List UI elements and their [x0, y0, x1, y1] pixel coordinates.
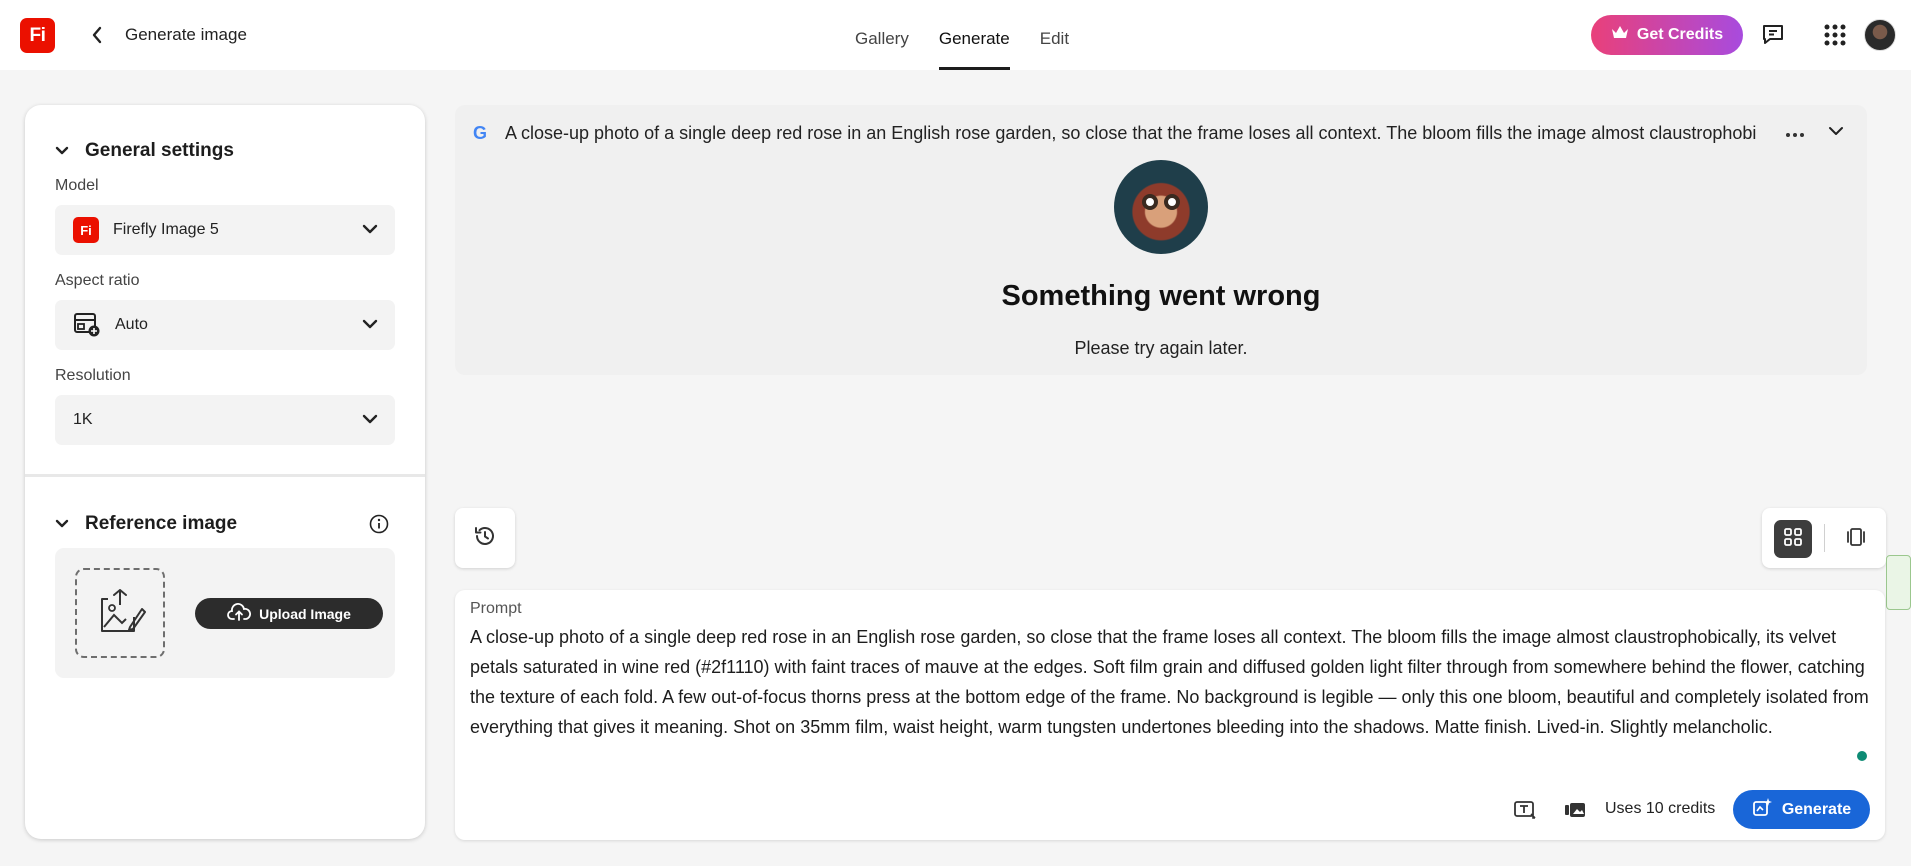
status-indicator: [1857, 751, 1867, 761]
general-settings-title: General settings: [85, 140, 234, 161]
upload-image-icon: [94, 587, 146, 640]
grid-view-icon: [1783, 527, 1803, 552]
upload-image-button[interactable]: Upload Image: [195, 598, 383, 629]
view-divider: [1824, 524, 1825, 552]
history-button[interactable]: [455, 508, 515, 568]
error-illustration: [1114, 160, 1208, 254]
aspect-ratio-icon: [73, 312, 101, 338]
generate-button[interactable]: Generate: [1733, 790, 1870, 829]
chevron-down-icon: [361, 220, 379, 243]
single-view-button[interactable]: [1837, 520, 1875, 558]
reference-image-title: Reference image: [85, 513, 238, 534]
cloud-upload-icon: [227, 603, 252, 624]
section-divider: [25, 474, 425, 477]
browser-extension-widget[interactable]: [1886, 555, 1911, 610]
prompt-card: Prompt A close-up photo of a single deep…: [455, 590, 1885, 840]
firefly-logo[interactable]: Fi: [20, 18, 55, 53]
model-label: Model: [55, 177, 99, 194]
error-message: Please try again later.: [1074, 338, 1248, 358]
credits-cost-text: Uses 10 credits: [1605, 800, 1716, 817]
tab-edit[interactable]: Edit: [1025, 0, 1084, 70]
tab-generate[interactable]: Generate: [924, 0, 1025, 70]
chevron-down-icon[interactable]: [1827, 122, 1845, 145]
prompt-label: Prompt: [470, 600, 522, 617]
firefly-model-icon: Fi: [73, 217, 99, 243]
reference-image-dropzone: Upload Image: [55, 548, 395, 678]
chevron-down-icon: [55, 140, 69, 162]
aspect-ratio-label: Aspect ratio: [55, 272, 140, 289]
top-bar: Fi Generate image Gallery Generate Edit …: [0, 0, 1911, 70]
google-model-icon: G: [473, 123, 488, 143]
get-credits-label: Get Credits: [1636, 26, 1724, 43]
settings-panel: General settings Model Fi Firefly Image …: [25, 105, 425, 839]
apps-grid-icon[interactable]: [1820, 20, 1850, 50]
resolution-select[interactable]: 1K: [55, 395, 395, 445]
crown-icon: [1611, 25, 1629, 45]
page-title: Generate image: [125, 25, 247, 44]
view-mode-switch: [1762, 508, 1886, 568]
resolution-value: 1K: [73, 411, 93, 428]
chevron-down-icon: [55, 513, 69, 535]
resolution-label: Resolution: [55, 367, 131, 384]
tab-gallery[interactable]: Gallery: [840, 0, 924, 70]
feedback-icon[interactable]: [1758, 20, 1788, 50]
result-card: G A close-up photo of a single deep red …: [455, 105, 1867, 375]
text-style-icon[interactable]: [1512, 797, 1538, 823]
chevron-down-icon: [361, 315, 379, 338]
style-reference-icon[interactable]: [1562, 797, 1588, 823]
chevron-down-icon: [361, 410, 379, 433]
info-icon[interactable]: [369, 514, 389, 539]
general-settings-header[interactable]: General settings: [55, 140, 234, 162]
error-title: Something went wrong: [1001, 280, 1321, 312]
prompt-preview: A close-up photo of a single deep red ro…: [505, 123, 1757, 143]
aspect-ratio-value: Auto: [115, 316, 148, 333]
generate-label: Generate: [1781, 800, 1852, 818]
single-view-icon: [1845, 527, 1867, 552]
prompt-input[interactable]: A close-up photo of a single deep red ro…: [470, 622, 1875, 742]
upload-image-label: Upload Image: [259, 605, 351, 622]
user-avatar[interactable]: [1864, 19, 1896, 51]
history-icon: [473, 524, 497, 553]
model-value: Firefly Image 5: [113, 221, 219, 238]
aspect-ratio-select[interactable]: Auto: [55, 300, 395, 350]
reference-image-header[interactable]: Reference image: [55, 513, 237, 535]
generate-sparkle-icon: [1752, 797, 1772, 822]
get-credits-button[interactable]: Get Credits: [1591, 15, 1743, 55]
grid-view-button[interactable]: [1774, 520, 1812, 558]
more-options-icon[interactable]: [1785, 121, 1805, 144]
model-select[interactable]: Fi Firefly Image 5: [55, 205, 395, 255]
upload-image-tile[interactable]: [75, 568, 165, 658]
back-arrow-icon[interactable]: [86, 22, 108, 48]
main-nav: Gallery Generate Edit: [840, 0, 1084, 70]
